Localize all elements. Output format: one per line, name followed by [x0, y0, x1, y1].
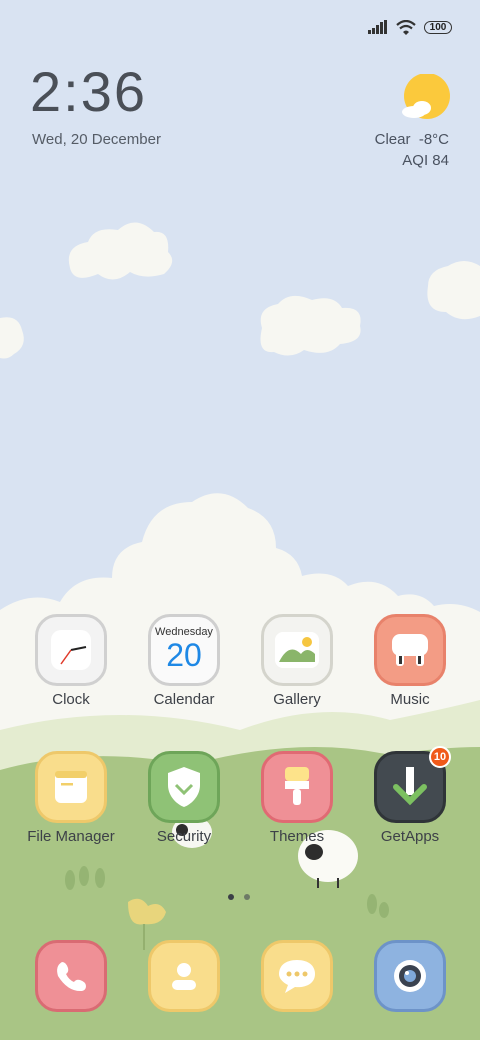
status-bar: 100	[368, 14, 452, 40]
app-file-manager[interactable]: File Manager	[15, 751, 127, 845]
app-themes[interactable]: Themes	[241, 751, 353, 845]
notification-badge: 10	[429, 746, 451, 768]
page-indicator[interactable]	[228, 894, 250, 900]
shield-icon[interactable]	[148, 751, 220, 823]
app-label: Calendar	[153, 691, 215, 708]
app-label: Themes	[269, 828, 325, 845]
folder-icon[interactable]	[35, 751, 107, 823]
dock-camera[interactable]	[374, 940, 446, 1012]
download-arrow-icon[interactable]: 10	[374, 746, 451, 823]
app-security[interactable]: Security	[128, 751, 240, 845]
clock-time[interactable]: 2:36	[30, 64, 147, 120]
calendar-day: 20	[166, 637, 202, 673]
partly-sunny-icon[interactable]	[400, 74, 454, 124]
weather-condition: Clear	[374, 131, 411, 148]
phone-icon[interactable]	[35, 940, 107, 1012]
clock-app-icon[interactable]	[35, 614, 107, 686]
dock-contacts[interactable]	[148, 940, 220, 1012]
weather-info[interactable]: Clear -8°C AQI 84	[375, 129, 449, 171]
weather-aqi: AQI 84	[402, 152, 449, 169]
dock-messages[interactable]	[261, 940, 333, 1012]
signal-icon	[368, 20, 387, 34]
weather-temperature: -8°C	[418, 131, 449, 148]
app-clock[interactable]: Clock	[15, 614, 127, 708]
contacts-icon[interactable]	[148, 940, 220, 1012]
music-icon[interactable]	[374, 614, 446, 686]
dock-phone[interactable]	[35, 940, 107, 1012]
paintbrush-icon[interactable]	[261, 751, 333, 823]
app-label: Gallery	[273, 691, 321, 708]
calendar-app-icon[interactable]: Wednesday 20	[148, 614, 220, 686]
app-label: Clock	[52, 691, 90, 708]
page-dot-active[interactable]	[228, 894, 234, 900]
app-label: Security	[156, 828, 212, 845]
page-dot[interactable]	[244, 894, 250, 900]
battery-icon: 100	[424, 20, 452, 34]
app-label: File Manager	[27, 828, 115, 845]
clock-date[interactable]: Wed, 20 December	[32, 131, 161, 148]
wifi-icon	[396, 19, 416, 35]
app-getapps[interactable]: 10 GetApps	[354, 746, 466, 845]
messages-icon[interactable]	[261, 940, 333, 1012]
gallery-icon[interactable]	[261, 614, 333, 686]
app-calendar[interactable]: Wednesday 20 Calendar	[128, 614, 240, 708]
app-music[interactable]: Music	[354, 614, 466, 708]
camera-icon[interactable]	[374, 940, 446, 1012]
app-gallery[interactable]: Gallery	[241, 614, 353, 708]
app-label: GetApps	[380, 828, 440, 845]
app-label: Music	[390, 691, 430, 708]
